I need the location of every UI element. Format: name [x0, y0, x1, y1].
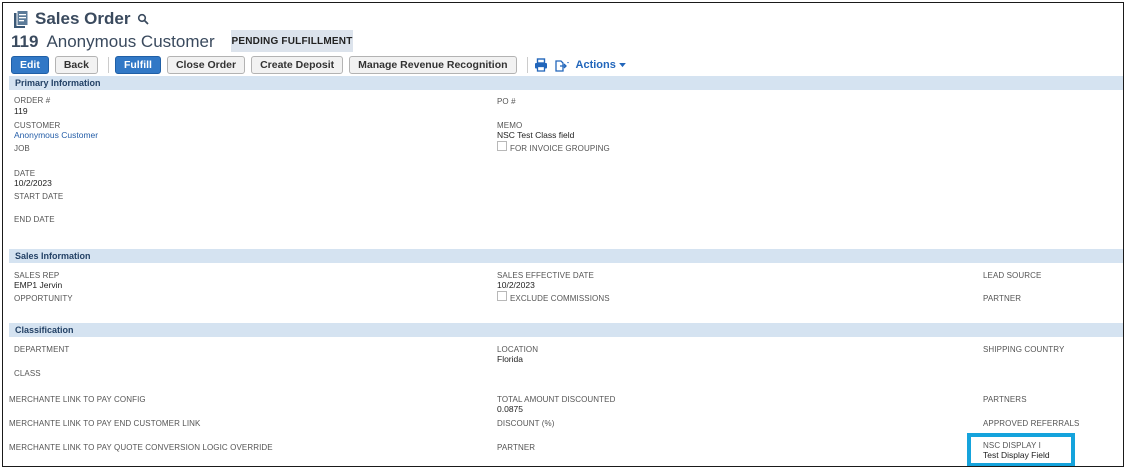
edit-button[interactable]: Edit: [11, 56, 49, 74]
lead-source-label: LEAD SOURCE: [983, 271, 1042, 280]
partner-label: PARTNER: [983, 294, 1022, 303]
discount-percent-label: DISCOUNT (%): [497, 419, 555, 428]
order-number-label: ORDER #: [14, 96, 51, 105]
job-label: JOB: [14, 144, 30, 153]
memo-label: MEMO: [497, 121, 523, 130]
exclude-commissions-label: EXCLUDE COMMISSIONS: [510, 294, 610, 303]
memo-value: NSC Test Class field: [497, 130, 575, 140]
location-value: Florida: [497, 354, 523, 364]
order-number-value: 119: [14, 106, 28, 116]
section-primary-information[interactable]: Primary Information: [9, 76, 1123, 90]
actions-label: Actions: [575, 59, 616, 71]
sales-effective-date-label: SALES EFFECTIVE DATE: [497, 271, 594, 280]
total-amount-discounted-value: 0.0875: [497, 404, 523, 414]
toolbar: Edit Back Fulfill Close Order Create Dep…: [11, 55, 626, 75]
print-icon[interactable]: [534, 58, 548, 72]
shipping-country-label: SHIPPING COUNTRY: [983, 345, 1065, 354]
document-icon: [14, 9, 29, 28]
search-icon[interactable]: [137, 13, 150, 25]
class-label: CLASS: [14, 369, 41, 378]
department-label: DEPARTMENT: [14, 345, 70, 354]
export-icon[interactable]: [554, 58, 570, 72]
toolbar-divider: [107, 57, 109, 73]
total-amount-discounted-label: TOTAL AMOUNT DISCOUNTED: [497, 395, 616, 404]
merchante-link-to-pay-config-label: MERCHANTE LINK TO PAY CONFIG: [9, 395, 146, 404]
actions-menu[interactable]: Actions: [576, 59, 626, 71]
partners-label: PARTNERS: [983, 395, 1027, 404]
merchante-link-to-pay-quote-override-label: MERCHANTE LINK TO PAY QUOTE CONVERSION L…: [9, 443, 273, 452]
customer-link[interactable]: Anonymous Customer: [14, 130, 98, 140]
po-number-label: PO #: [497, 97, 516, 106]
sales-effective-date-value: 10/2/2023: [497, 280, 535, 290]
for-invoice-grouping-label: FOR INVOICE GROUPING: [510, 144, 610, 153]
date-label: DATE: [14, 169, 36, 178]
exclude-commissions-checkbox[interactable]: [497, 291, 507, 301]
start-date-label: START DATE: [14, 192, 64, 201]
toolbar-divider: [526, 57, 528, 73]
sales-rep-label: SALES REP: [14, 271, 60, 280]
section-sales-information[interactable]: Sales Information: [9, 249, 1123, 263]
highlight-annotation: [967, 433, 1075, 466]
chevron-down-icon: [619, 62, 626, 67]
create-deposit-button[interactable]: Create Deposit: [251, 56, 344, 74]
record-name: Anonymous Customer: [46, 32, 215, 51]
close-order-button[interactable]: Close Order: [166, 56, 246, 74]
sales-rep-value: EMP1 Jervin: [14, 280, 63, 290]
end-date-label: END DATE: [14, 215, 55, 224]
opportunity-label: OPPORTUNITY: [14, 294, 73, 303]
record-heading: 119 Anonymous Customer: [11, 31, 215, 53]
approved-referrals-label: APPROVED REFERRALS: [983, 419, 1080, 428]
manage-revenue-recognition-button[interactable]: Manage Revenue Recognition: [349, 56, 517, 74]
record-frame: Sales Order 119 Anonymous Customer PENDI…: [2, 2, 1124, 467]
for-invoice-grouping-checkbox[interactable]: [497, 141, 507, 151]
date-value: 10/2/2023: [14, 178, 52, 188]
status-badge: PENDING FULFILLMENT: [231, 30, 353, 52]
section-classification[interactable]: Classification: [9, 323, 1123, 337]
location-label: LOCATION: [497, 345, 539, 354]
record-number: 119: [11, 32, 39, 51]
back-button[interactable]: Back: [54, 56, 98, 74]
customer-label: CUSTOMER: [14, 121, 61, 130]
title-row: Sales Order: [13, 8, 150, 30]
page-title: Sales Order: [35, 9, 131, 28]
merchante-link-to-pay-end-customer-link-label: MERCHANTE LINK TO PAY END CUSTOMER LINK: [9, 419, 201, 428]
fulfill-button[interactable]: Fulfill: [114, 56, 161, 74]
partner-label: PARTNER: [497, 443, 536, 452]
